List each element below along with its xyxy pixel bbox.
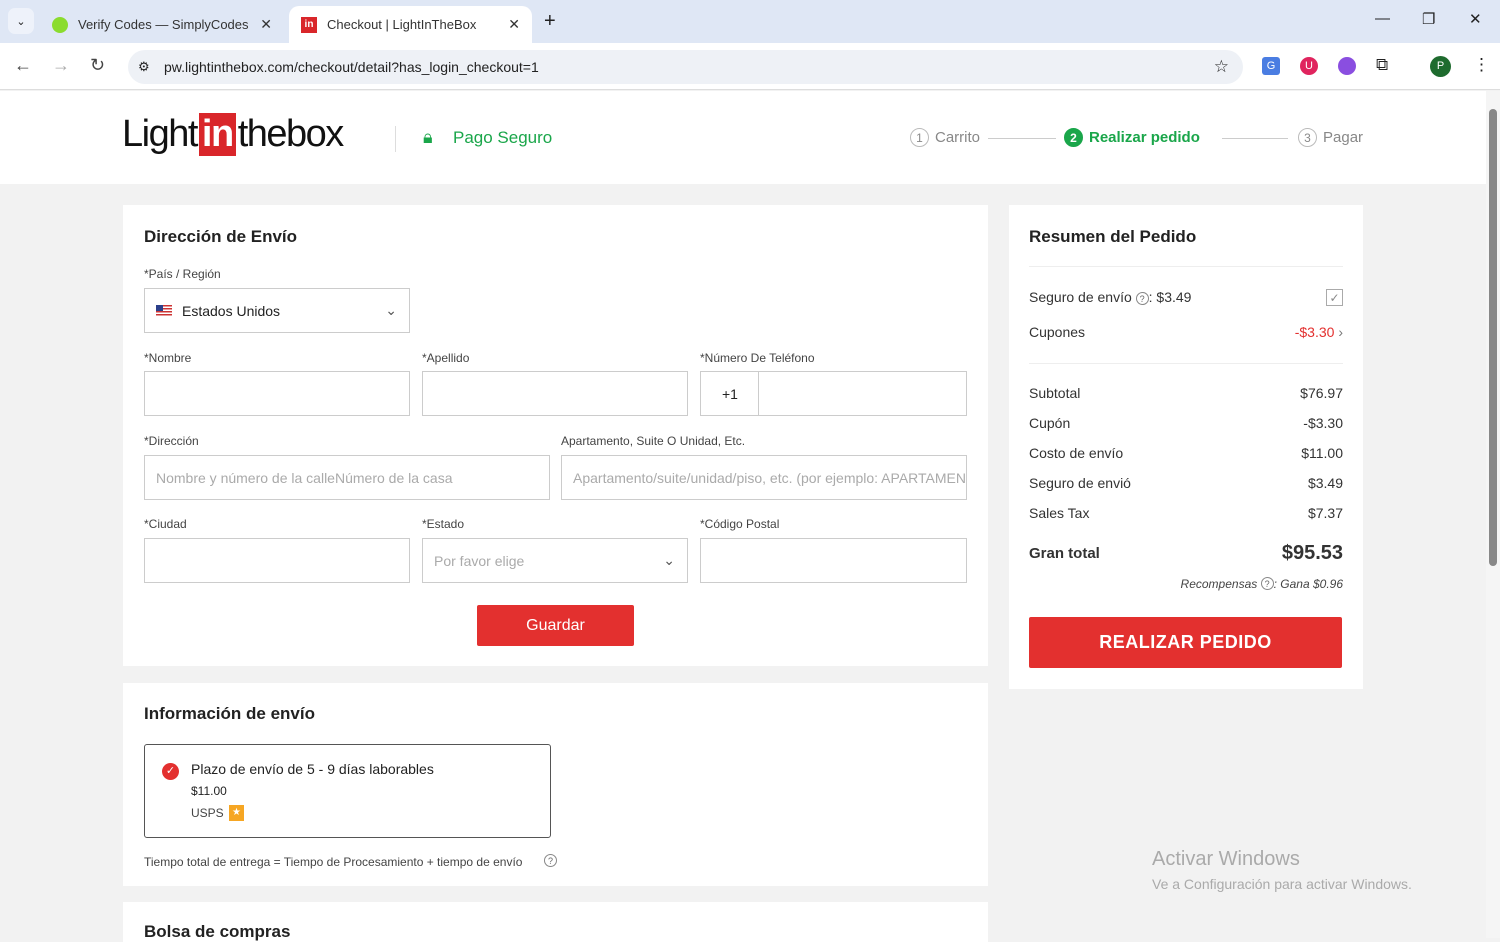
scrollbar[interactable] [1486,91,1500,938]
simplycodes-icon [52,16,68,33]
site-info-icon[interactable]: ⚙ [138,59,150,75]
place-order-button[interactable]: REALIZAR PEDIDO [1029,617,1342,668]
city-label: *Ciudad [144,517,187,531]
first-name-label: *Nombre [144,351,192,365]
tab-title: Verify Codes — SimplyCodes [78,17,249,32]
insurance-cost-row: Seguro de envió $3.49 [1029,475,1343,491]
chevron-down-icon: ⌄ [385,302,397,318]
extension-icon[interactable] [1338,57,1356,75]
carrier: USPS [191,806,224,820]
forward-icon[interactable]: → [52,55,70,76]
section-title: Información de envío [144,704,315,723]
save-button[interactable]: Guardar [477,605,634,646]
sales-tax-row: Sales Tax $7.37 [1029,505,1343,521]
step-pay: 3 Pagar [1298,128,1363,147]
insurance-checkbox[interactable]: ✓ [1326,289,1343,306]
help-icon[interactable]: ? [1260,577,1274,590]
secure-payment-label: Pago Seguro [453,128,553,147]
extensions-puzzle-icon[interactable]: ⧉ [1376,55,1388,75]
ublock-icon[interactable]: U [1300,57,1318,75]
restore-icon[interactable]: ❐ [1422,10,1435,28]
country-label: *País / Región [144,267,221,281]
delivery-note: Tiempo total de entrega = Tiempo de Proc… [144,855,523,869]
back-icon[interactable]: ← [14,55,32,76]
scrollbar-thumb[interactable] [1489,109,1497,566]
address-bar[interactable]: ⚙ pw.lightinthebox.com/checkout/detail?h… [128,50,1243,84]
city-input[interactable] [144,538,410,583]
lock-icon: 🔒︎ [423,127,433,147]
shipping-info-card: Información de envío ✓ Plazo de envío de… [123,683,988,886]
zip-input[interactable] [700,538,967,583]
selected-check-icon: ✓ [162,763,179,780]
menu-icon[interactable]: ⋮ [1473,55,1490,75]
state-label: *Estado [422,517,465,531]
option-price: $11.00 [191,784,227,798]
insurance-row: Seguro de envío ?: $3.49 ✓ [1029,289,1343,306]
lightinthebox-favicon: in [301,16,317,33]
close-icon[interactable]: ✕ [508,16,520,33]
step-cart: 1 Carrito [910,128,980,147]
order-summary-card: Resumen del Pedido Seguro de envío ?: $3… [1009,205,1363,689]
shipping-cost-row: Costo de envío $11.00 [1029,445,1343,461]
shopping-bag-card: Bolsa de compras [123,902,988,942]
country-select[interactable]: Estados Unidos ⌄ [144,288,410,333]
star-badge-icon: ★ [229,805,244,821]
apartment-input[interactable]: Apartamento/suite/unidad/piso, etc. (por… [561,455,967,500]
tab-verify-codes[interactable]: Verify Codes — SimplyCodes ✕ [40,6,284,43]
zip-label: *Código Postal [700,517,780,531]
help-icon[interactable]: ? [544,854,557,867]
coupons-row[interactable]: Cupones -$3.30 › [1029,324,1343,340]
tab-bar: ⌄ Verify Codes — SimplyCodes ✕ in Checko… [0,0,1500,43]
minimize-icon[interactable]: — [1375,10,1390,27]
grand-total-row: Gran total $95.53 [1029,542,1343,564]
option-title: Plazo de envío de 5 - 9 días laborables [191,761,434,777]
chevron-down-icon: ⌄ [663,552,675,568]
section-title: Resumen del Pedido [1029,227,1197,246]
shipping-address-card: Dirección de Envío *País / Región Estado… [123,205,988,666]
last-name-label: *Apellido [422,351,470,365]
section-title: Bolsa de compras [144,922,291,941]
tab-checkout[interactable]: in Checkout | LightInTheBox ✕ [289,6,532,43]
shipping-option[interactable]: ✓ Plazo de envío de 5 - 9 días laborable… [144,744,551,838]
address-input[interactable]: Nombre y número de la calleNúmero de la … [144,455,550,500]
bookmark-star-icon[interactable]: ☆ [1214,57,1229,77]
us-flag-icon [156,305,172,316]
tab-search-button[interactable]: ⌄ [8,8,34,34]
tab-title: Checkout | LightInTheBox [327,17,477,32]
windows-activation-title: Activar Windows [1152,848,1300,870]
translate-icon[interactable]: G [1262,57,1280,75]
new-tab-icon[interactable]: + [544,10,556,33]
divider [395,126,396,152]
last-name-input[interactable] [422,371,688,416]
section-title: Dirección de Envío [144,227,298,246]
reload-icon[interactable]: ↻ [90,55,105,76]
subtotal-row: Subtotal $76.97 [1029,385,1343,401]
phone-label: *Número De Teléfono [700,351,815,365]
rewards-row: Recompensas ?: Gana $0.96 [1180,577,1343,591]
close-icon[interactable]: ✕ [260,16,272,33]
phone-prefix[interactable]: +1 [700,371,759,416]
state-select[interactable]: Por favor elige ⌄ [422,538,688,583]
phone-input[interactable] [758,371,967,416]
profile-avatar[interactable]: P [1430,56,1451,77]
windows-activation-subtitle: Ve a Configuración para activar Windows. [1152,876,1412,892]
coupon-row: Cupón -$3.30 [1029,415,1343,431]
url-text: pw.lightinthebox.com/checkout/detail?has… [164,59,539,75]
address-label: *Dirección [144,434,199,448]
first-name-input[interactable] [144,371,410,416]
logo[interactable]: Light in thebox [122,113,344,156]
apartment-label: Apartamento, Suite O Unidad, Etc. [561,434,746,448]
chevron-right-icon: › [1338,324,1343,340]
window-close-icon[interactable]: ✕ [1469,10,1482,28]
step-place-order: 2 Realizar pedido [1064,128,1200,147]
help-icon[interactable]: ? [1135,292,1149,305]
